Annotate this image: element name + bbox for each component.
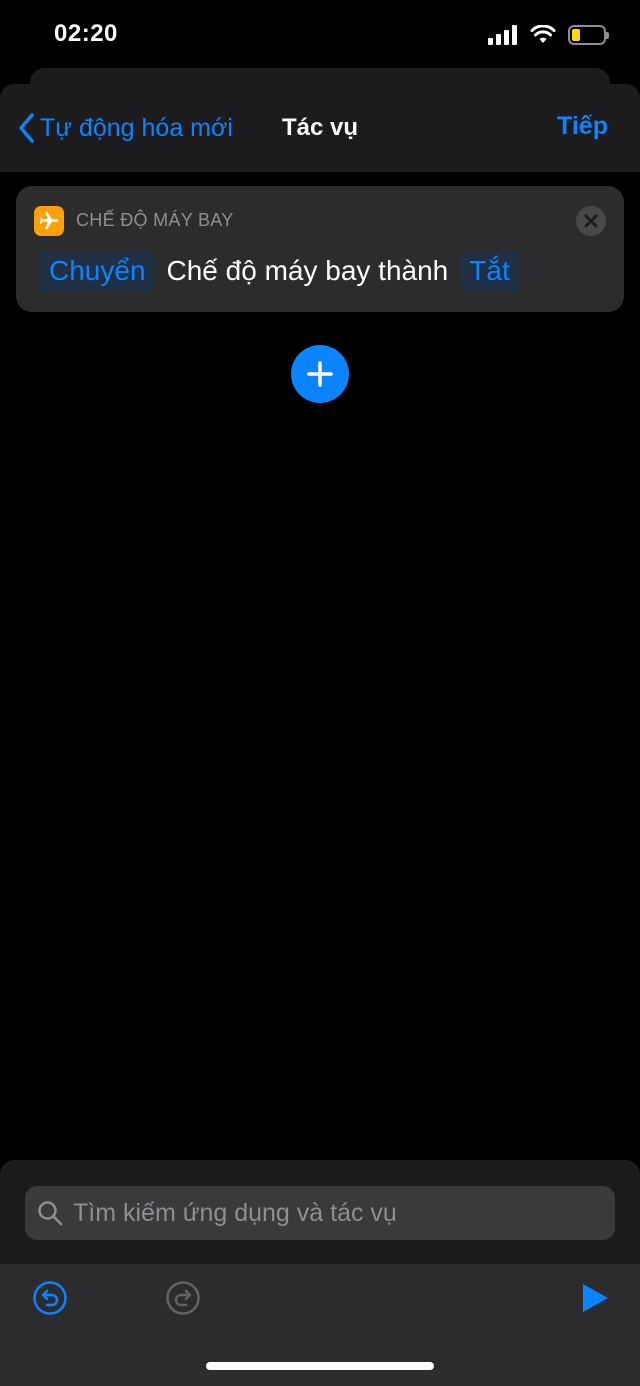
close-icon: [584, 214, 598, 228]
verb-token[interactable]: Chuyển: [40, 251, 155, 291]
action-sentence-text: Chế độ máy bay thành: [166, 255, 449, 286]
chevron-left-icon: [19, 113, 34, 143]
redo-icon: [166, 1281, 200, 1315]
cellular-signal-icon: [488, 25, 517, 45]
battery-level: [572, 29, 580, 41]
search-field[interactable]: [25, 1186, 615, 1240]
page-title: Tác vụ: [282, 114, 359, 141]
value-token[interactable]: Tắt: [460, 251, 519, 291]
airplane-icon: [34, 206, 64, 236]
navigation-bar: Tự động hóa mới Tác vụ Tiếp: [0, 84, 640, 172]
status-time: 02:20: [54, 20, 118, 47]
back-button-label: Tự động hóa mới: [40, 113, 233, 142]
wifi-icon: [530, 25, 556, 43]
search-input[interactable]: [63, 1186, 615, 1240]
action-sentence: Chuyển Chế độ máy bay thành Tắt: [40, 250, 519, 292]
plus-icon: [307, 361, 333, 387]
undo-icon[interactable]: [32, 1280, 68, 1316]
battery-icon: [568, 25, 609, 45]
action-card[interactable]: CHẾ ĐỘ MÁY BAY Chuyển Chế độ máy bay thà…: [16, 186, 624, 312]
actions-sheet: Tự động hóa mới Tác vụ Tiếp CHẾ ĐỘ MÁY B…: [0, 84, 640, 1386]
status-icons: [488, 22, 609, 48]
remove-action-button[interactable]: [576, 206, 606, 236]
back-button[interactable]: Tự động hóa mới: [18, 108, 233, 148]
bottom-panel: [0, 1160, 640, 1386]
home-indicator: [206, 1362, 434, 1370]
next-button[interactable]: Tiếp: [557, 112, 608, 141]
add-action-button[interactable]: [291, 345, 349, 403]
status-bar: 02:20: [0, 0, 640, 68]
play-icon[interactable]: [580, 1282, 610, 1314]
search-icon: [38, 1201, 63, 1226]
action-category: CHẾ ĐỘ MÁY BAY: [76, 210, 234, 230]
